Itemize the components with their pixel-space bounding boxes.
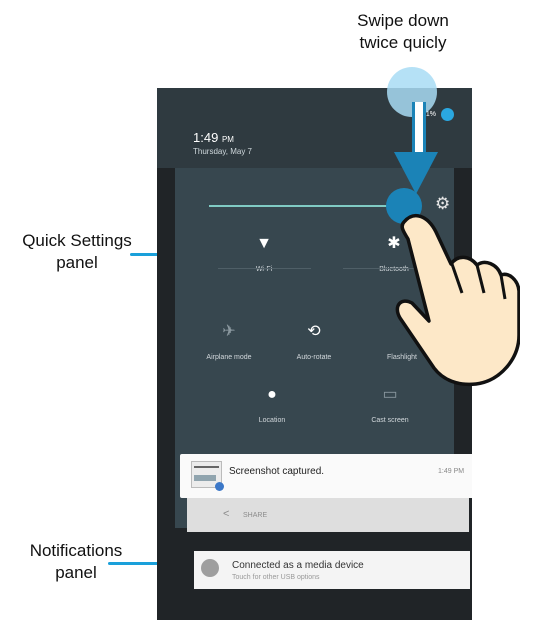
tile-label: Location: [258, 417, 286, 424]
clock: 1:49 PM: [193, 130, 234, 145]
tile-separator: [218, 268, 311, 269]
screenshot-notification[interactable]: [180, 454, 472, 498]
share-button[interactable]: SHARE: [243, 512, 267, 519]
rotate-icon: ⟲: [307, 323, 321, 340]
tile-location[interactable]: ● Location: [237, 385, 307, 424]
quick-settings-annotation: Quick Settings panel: [22, 231, 132, 272]
tile-label: Cast screen: [371, 417, 409, 424]
tile-cast-screen[interactable]: ▭ Cast screen: [355, 385, 425, 424]
swipe-arrow-head: [394, 152, 438, 194]
brightness-slider[interactable]: [209, 205, 393, 207]
tile-label: Airplane mode: [206, 354, 252, 361]
usb-icon: [201, 559, 219, 577]
screenshot-badge-icon: [215, 482, 224, 491]
share-icon: <: [223, 508, 230, 520]
notification-time: 1:49 PM: [438, 468, 465, 475]
date-label: Thursday, May 7: [193, 147, 252, 156]
location-icon: ●: [267, 386, 277, 403]
pointing-hand-icon: [395, 213, 520, 387]
cast-icon: ▭: [382, 386, 398, 403]
tile-label: Auto-rotate: [296, 354, 332, 361]
tile-auto-rotate[interactable]: ⟲ Auto-rotate: [279, 322, 349, 361]
airplane-icon: ✈: [222, 323, 236, 340]
swipe-annotation: Swipe down twice quicly: [357, 11, 449, 52]
profile-avatar[interactable]: [441, 108, 454, 121]
tile-airplane-mode[interactable]: ✈ Airplane mode: [194, 322, 264, 361]
usb-notification-subtitle: Touch for other USB options: [232, 574, 320, 581]
usb-notification-title: Connected as a media device: [232, 560, 364, 571]
notification-title: Screenshot captured.: [229, 466, 325, 477]
wifi-icon: ▼: [256, 235, 272, 252]
